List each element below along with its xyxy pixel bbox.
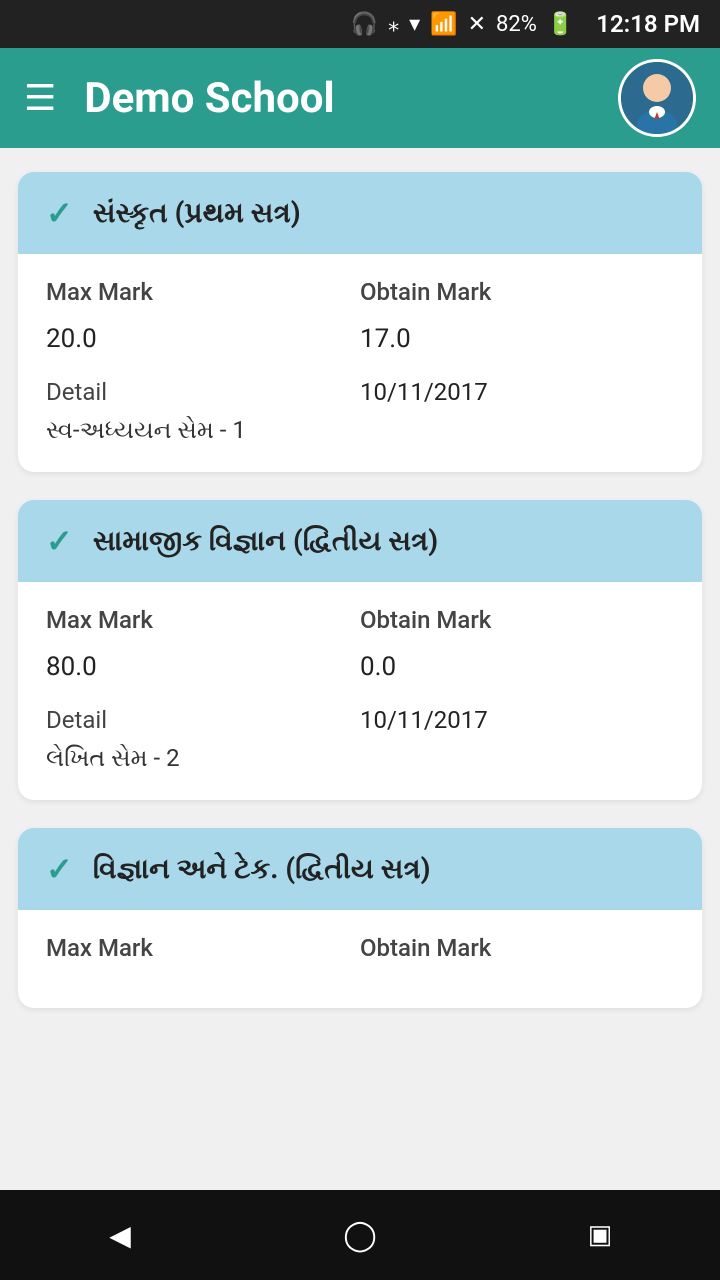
- detail-value-1: 10/11/2017: [360, 378, 674, 406]
- max-value-col-1: 20.0: [46, 324, 360, 370]
- obtain-value-col-2: 0.0: [360, 652, 674, 698]
- headphone-icon: 🎧: [351, 12, 378, 37]
- obtain-mark-col-1: Obtain Mark: [360, 278, 674, 316]
- card-body-1: Max Mark Obtain Mark 20.0 17.0 Detail 10…: [18, 254, 702, 472]
- wifi-signal-icon: 📶: [430, 12, 457, 37]
- battery-icon: 🔋: [547, 12, 574, 37]
- marks-value-row-2: 80.0 0.0: [46, 652, 674, 698]
- card-body-3: Max Mark Obtain Mark: [18, 910, 702, 1008]
- card-header-sanskrit: ✓ સંસ્કૃત (પ્રથમ સત્ર): [18, 172, 702, 254]
- main-content: ✓ સંસ્કૃત (પ્રથમ સત્ર) Max Mark Obtain M…: [0, 148, 720, 1190]
- home-button[interactable]: ◯: [330, 1205, 390, 1265]
- status-icons: 🎧 ⁎ ▾ 📶 ✕ 82% 🔋: [351, 12, 575, 37]
- avatar-image: [621, 62, 693, 134]
- obtain-value-col-1: 17.0: [360, 324, 674, 370]
- obtain-mark-value-1: 17.0: [360, 324, 674, 354]
- subject-title-1: સંસ્કૃત (પ્રથમ સત્ર): [93, 196, 301, 230]
- card-social-science: ✓ સામાજીક વિજ્ઞાન (દ્વિતીય સત્ર) Max Mar…: [18, 500, 702, 800]
- card-sanskrit: ✓ સંસ્કૃત (પ્રથમ સત્ર) Max Mark Obtain M…: [18, 172, 702, 472]
- menu-button[interactable]: ☰: [24, 80, 56, 116]
- obtain-mark-col-3: Obtain Mark: [360, 934, 674, 972]
- max-mark-col-2: Max Mark: [46, 606, 360, 644]
- max-mark-col-3: Max Mark: [46, 934, 360, 972]
- bluetooth-icon: ⁎: [388, 12, 399, 37]
- back-button[interactable]: ◀: [90, 1205, 150, 1265]
- check-icon-1: ✓: [46, 194, 73, 232]
- marks-header-row-1: Max Mark Obtain Mark: [46, 278, 674, 316]
- max-mark-label-3: Max Mark: [46, 934, 360, 962]
- detail-label-2: Detail: [46, 706, 360, 734]
- battery-text: 82%: [496, 12, 537, 37]
- card-header-social: ✓ સામાજીક વિજ્ઞાન (દ્વિતીય સત્ર): [18, 500, 702, 582]
- max-mark-label-2: Max Mark: [46, 606, 360, 634]
- max-mark-value-1: 20.0: [46, 324, 360, 354]
- extra-info-1: સ્વ-અધ્યયન સેમ - 1: [46, 416, 674, 444]
- obtain-mark-col-2: Obtain Mark: [360, 606, 674, 644]
- time-display: 12:18 PM: [596, 10, 700, 38]
- card-body-2: Max Mark Obtain Mark 80.0 0.0 Detail 10/…: [18, 582, 702, 800]
- wifi-icon: ▾: [409, 12, 420, 37]
- avatar[interactable]: [618, 59, 696, 137]
- max-mark-value-2: 80.0: [46, 652, 360, 682]
- obtain-mark-label-2: Obtain Mark: [360, 606, 674, 634]
- obtain-mark-value-2: 0.0: [360, 652, 674, 682]
- marks-header-row-2: Max Mark Obtain Mark: [46, 606, 674, 644]
- topbar: ☰ Demo School: [0, 48, 720, 148]
- marks-value-row-1: 20.0 17.0: [46, 324, 674, 370]
- detail-row-2: Detail 10/11/2017: [46, 706, 674, 734]
- check-icon-3: ✓: [46, 850, 73, 888]
- signal-icon: ✕: [468, 12, 486, 37]
- card-science-tech: ✓ વિજ્ઞાન અને ટેક. (દ્વિતીય સત્ર) Max Ma…: [18, 828, 702, 1008]
- extra-info-2: લેખિત સેમ - 2: [46, 744, 674, 772]
- obtain-mark-label-1: Obtain Mark: [360, 278, 674, 306]
- card-header-science: ✓ વિજ્ઞાન અને ટેક. (દ્વિતીય સત્ર): [18, 828, 702, 910]
- max-mark-label-1: Max Mark: [46, 278, 360, 306]
- app-title: Demo School: [84, 74, 618, 123]
- check-icon-2: ✓: [46, 522, 73, 560]
- subject-title-2: સામાજીક વિજ્ઞાન (દ્વિતીય સત્ર): [93, 524, 438, 558]
- status-bar: 🎧 ⁎ ▾ 📶 ✕ 82% 🔋 12:18 PM: [0, 0, 720, 48]
- marks-header-row-3: Max Mark Obtain Mark: [46, 934, 674, 972]
- detail-label-1: Detail: [46, 378, 360, 406]
- subject-title-3: વિજ્ઞાન અને ટેક. (દ્વિતીય સત્ર): [93, 852, 431, 886]
- max-value-col-2: 80.0: [46, 652, 360, 698]
- recent-apps-button[interactable]: ▣: [570, 1205, 630, 1265]
- detail-value-2: 10/11/2017: [360, 706, 674, 734]
- max-mark-col-1: Max Mark: [46, 278, 360, 316]
- obtain-mark-label-3: Obtain Mark: [360, 934, 674, 962]
- detail-row-1: Detail 10/11/2017: [46, 378, 674, 406]
- bottom-nav: ◀ ◯ ▣: [0, 1190, 720, 1280]
